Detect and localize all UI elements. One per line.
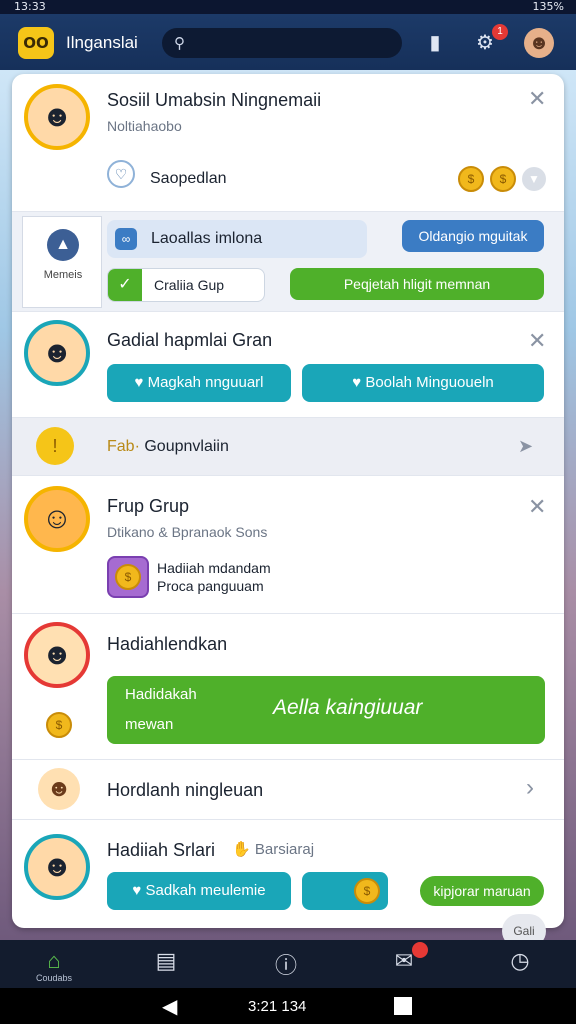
section-label: Fab· Goupnvlaiin bbox=[107, 438, 229, 456]
link-icon: ∞ bbox=[115, 228, 137, 250]
system-center-text: 3:21 134 bbox=[248, 998, 307, 1015]
banner-text: Hadidakah bbox=[125, 686, 197, 703]
home-icon[interactable]: ⌂ bbox=[34, 948, 74, 974]
avatar: ☻ bbox=[38, 768, 80, 810]
close-icon[interactable]: ✕ bbox=[528, 86, 546, 112]
nav-badge bbox=[412, 942, 428, 958]
info-icon[interactable]: ⓘ bbox=[266, 948, 306, 980]
back-icon[interactable]: ◀ bbox=[162, 994, 177, 1019]
action-row: ▲ Memeis ∞ Laoallas imlona Oldangio mgui… bbox=[12, 212, 564, 312]
reward-icon: $ bbox=[107, 556, 149, 598]
avatar: ☺ bbox=[24, 486, 90, 552]
section-label-rest: Goupnvlaiin bbox=[144, 438, 229, 455]
accept-button[interactable]: ♥ Sadkah meulemie bbox=[107, 872, 291, 910]
notification-item[interactable]: ☻ Hadiiah Srlari ✋ Barsiaraj ♥ Sadkah me… bbox=[12, 820, 564, 928]
notification-subtitle: Noltiahaobo bbox=[107, 118, 182, 134]
app-logo[interactable]: OO bbox=[18, 27, 54, 59]
bottom-nav: ⌂ Coudabs ▤ ⓘ ✉ ◷ bbox=[0, 940, 576, 988]
notification-panel: ☻ Sosiil Umabsin Ningnemaii Noltiahaobo … bbox=[12, 74, 564, 928]
notification-title: Hadiiah Srlari bbox=[107, 840, 216, 860]
heart-icon: ♥ bbox=[132, 882, 146, 899]
heart-icon: ♥ bbox=[352, 374, 366, 391]
banner-title: Aella kaingiuuar bbox=[273, 696, 423, 719]
tag-label: Barsiaraj bbox=[254, 841, 315, 858]
notification-item[interactable]: ☻ Hordlanh ningleuan › bbox=[12, 760, 564, 820]
banner-text: mewan bbox=[125, 716, 174, 733]
join-button[interactable]: ♥ Boolah Minguoueln bbox=[302, 364, 544, 402]
input-chip[interactable]: ∞ Laoallas imlona bbox=[107, 220, 367, 258]
status-time: 13:33 bbox=[14, 0, 46, 13]
side-tile[interactable]: ▲ Memeis bbox=[22, 216, 102, 308]
search-input[interactable]: ⚲ bbox=[162, 28, 402, 58]
heart-icon: ♡ bbox=[107, 160, 135, 188]
coin-icon: $ bbox=[354, 878, 380, 904]
avatar: ☻ bbox=[24, 622, 90, 688]
avatar: ☻ bbox=[24, 84, 90, 150]
button-label: Sadkah meulemie bbox=[145, 882, 266, 899]
group-button-label: Craliia Gup bbox=[154, 277, 225, 293]
close-icon[interactable]: ✕ bbox=[528, 494, 546, 520]
notification-item[interactable]: ☻ Gadial hapmlai Gran ✕ ♥ Magkah nnguuar… bbox=[12, 312, 564, 418]
green-action-button[interactable]: kipjorar maruan bbox=[420, 876, 544, 906]
check-icon: ✓ bbox=[108, 269, 142, 301]
app-header: OO Ilnganslai ⚲ ▮ ⚙ 1 ☻ bbox=[0, 14, 576, 70]
status-battery: 135% bbox=[532, 0, 564, 13]
more-icon[interactable]: ▼ bbox=[522, 167, 546, 191]
group-button[interactable]: ✓ Craliia Gup bbox=[107, 268, 265, 302]
notification-badge: 1 bbox=[492, 24, 508, 40]
home-label: Coudabs bbox=[35, 973, 73, 983]
heart-icon: ♥ bbox=[134, 374, 148, 391]
clock-icon[interactable]: ◷ bbox=[500, 948, 540, 974]
button-label: Boolah Minguoueln bbox=[365, 374, 494, 391]
accept-button[interactable]: ♥ Magkah nnguuarl bbox=[107, 364, 291, 402]
coin-icon: $ bbox=[490, 166, 516, 192]
document-icon[interactable]: ▤ bbox=[146, 948, 186, 974]
close-icon[interactable]: ✕ bbox=[528, 328, 546, 354]
notification-item[interactable]: ☺ Frup Grup Dtikano & Bpranaok Sons ✕ $ … bbox=[12, 476, 564, 614]
pin-icon: ▲ bbox=[47, 229, 79, 261]
row-label: Saopedlan bbox=[150, 170, 227, 187]
notification-item[interactable]: ☻ $ Hadiahlendkan Hadidakah mewan Aella … bbox=[12, 614, 564, 760]
status-bar: 13:33 135% bbox=[0, 0, 576, 14]
badge-icon: ! bbox=[36, 427, 74, 465]
avatar: ☻ bbox=[24, 320, 90, 386]
app-name: Ilnganslai bbox=[66, 33, 138, 52]
input-label: Laoallas imlona bbox=[151, 230, 263, 247]
notification-title: Hadiahlendkan bbox=[107, 634, 228, 654]
reward-line: Hadiiah mdandam bbox=[157, 560, 271, 576]
notification-title: Hordlanh ningleuan bbox=[107, 780, 264, 800]
section-header: ! Fab· Goupnvlaiin ➤ bbox=[12, 418, 564, 476]
reward-line: Proca panguuam bbox=[157, 578, 264, 594]
notification-title: Sosiil Umabsin Ningnemaii bbox=[107, 90, 322, 110]
green-action-button[interactable]: Peqjetah hligit memnan bbox=[290, 268, 544, 300]
notification-tag: ✋ Barsiaraj bbox=[232, 840, 314, 858]
avatar: ☻ bbox=[24, 834, 90, 900]
notification-item[interactable]: ☻ Sosiil Umabsin Ningnemaii Noltiahaobo … bbox=[12, 74, 564, 212]
avatar[interactable]: ☻ bbox=[524, 28, 554, 58]
pin-icon[interactable]: ➤ bbox=[518, 436, 533, 457]
button-label: Magkah nnguuarl bbox=[147, 374, 264, 391]
blue-action-button[interactable]: Oldangio mguitak bbox=[402, 220, 544, 252]
search-icon: ⚲ bbox=[174, 35, 185, 52]
section-label-bold: Fab· bbox=[107, 438, 140, 455]
coin-icon: $ bbox=[458, 166, 484, 192]
coin-icon: $ bbox=[46, 712, 72, 738]
chevron-right-icon[interactable]: › bbox=[526, 774, 534, 802]
hand-icon: ✋ bbox=[232, 841, 251, 858]
coin-button[interactable]: $ bbox=[302, 872, 388, 910]
notes-icon[interactable]: ▮ bbox=[420, 28, 450, 58]
notification-subtitle: Dtikano & Bpranaok Sons bbox=[107, 524, 268, 540]
notification-title: Gadial hapmlai Gran bbox=[107, 330, 273, 350]
reward-banner[interactable]: Hadidakah mewan Aella kaingiuuar bbox=[107, 676, 545, 744]
side-label: Memeis bbox=[43, 269, 83, 281]
coin-icon: $ bbox=[115, 564, 141, 590]
system-nav: ◀ 3:21 134 bbox=[0, 988, 576, 1024]
recents-icon[interactable] bbox=[394, 997, 412, 1015]
notification-title: Frup Grup bbox=[107, 496, 190, 516]
